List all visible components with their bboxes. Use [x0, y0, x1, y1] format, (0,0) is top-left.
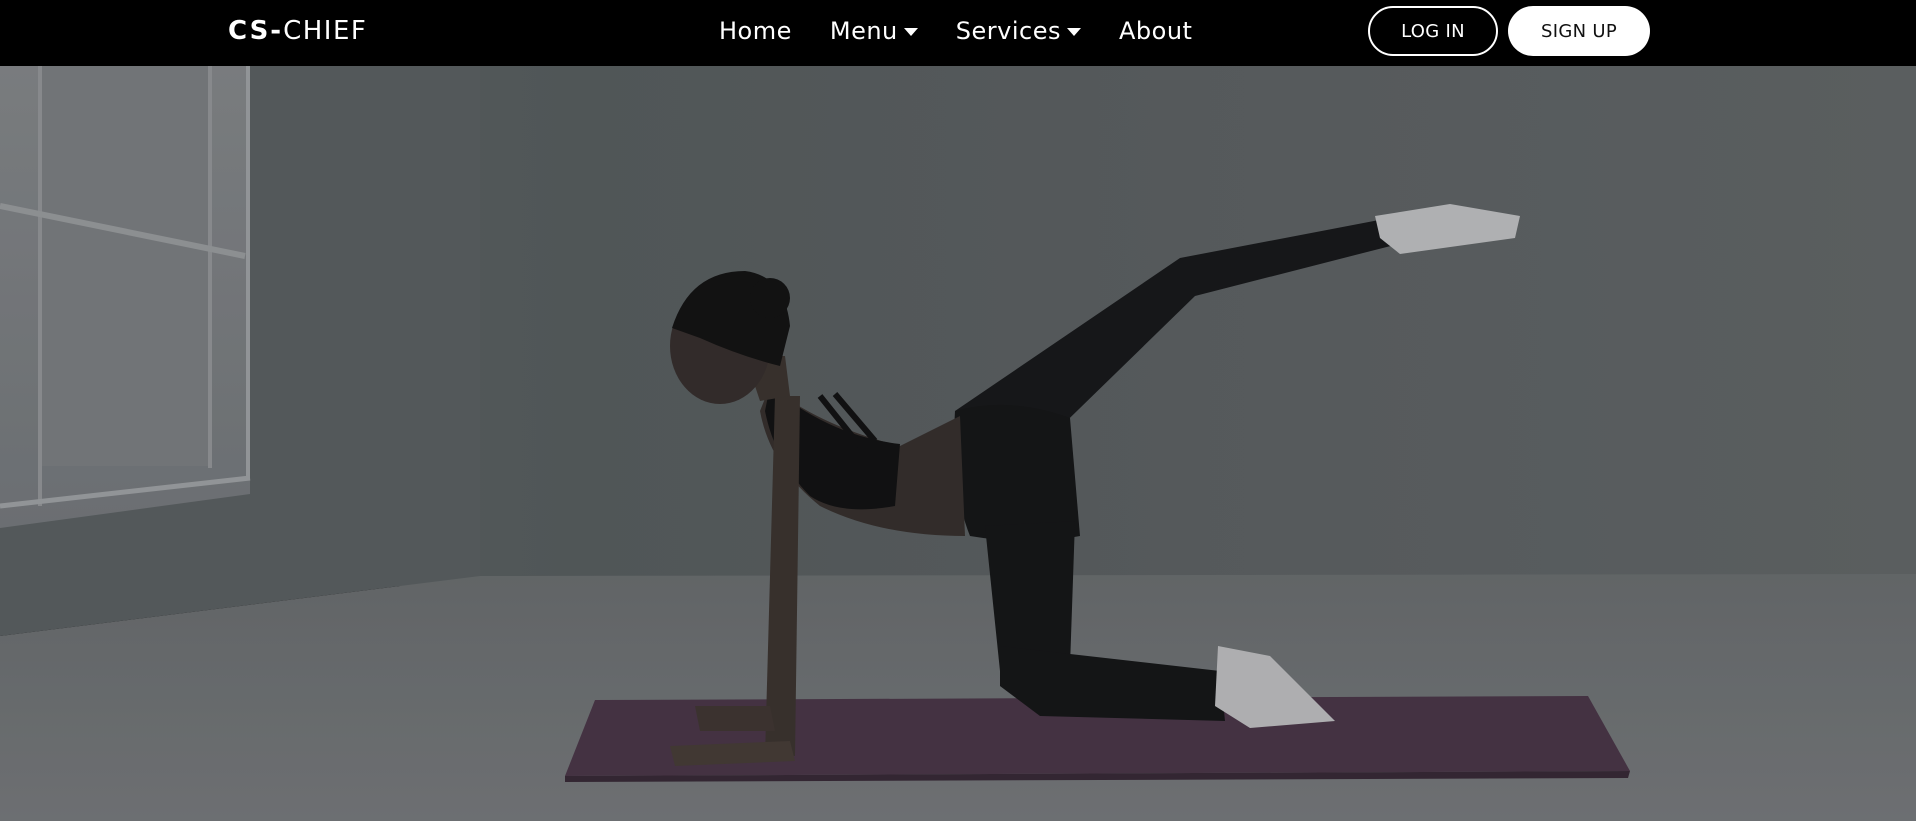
login-button-label: LOG IN — [1401, 20, 1465, 42]
signup-button[interactable]: SIGN UP — [1508, 6, 1650, 56]
top-navbar: CS-CHIEF Home Menu Services About LOG IN… — [0, 0, 1916, 66]
nav-services-dropdown[interactable]: Services — [956, 14, 1081, 48]
nav-home-label: Home — [719, 17, 792, 45]
nav-links: Home Menu Services About — [719, 14, 1192, 48]
hero-overlay-shape — [0, 66, 1916, 821]
signup-button-label: SIGN UP — [1541, 20, 1617, 42]
caret-down-icon — [1066, 28, 1081, 36]
login-button[interactable]: LOG IN — [1368, 6, 1498, 56]
caret-down-icon — [903, 28, 918, 36]
nav-menu-dropdown[interactable]: Menu — [830, 14, 918, 48]
brand-logo[interactable]: CS-CHIEF — [228, 14, 367, 48]
hero-banner — [0, 66, 1916, 821]
nav-menu-label: Menu — [829, 17, 898, 45]
nav-services-label: Services — [955, 17, 1061, 45]
logo-bold-text: CS- — [228, 16, 284, 46]
logo-light-text: CHIEF — [283, 16, 368, 46]
nav-home-link[interactable]: Home — [719, 14, 792, 48]
nav-about-link[interactable]: About — [1119, 14, 1192, 48]
nav-about-label: About — [1118, 17, 1193, 45]
hero-image — [0, 66, 1916, 821]
